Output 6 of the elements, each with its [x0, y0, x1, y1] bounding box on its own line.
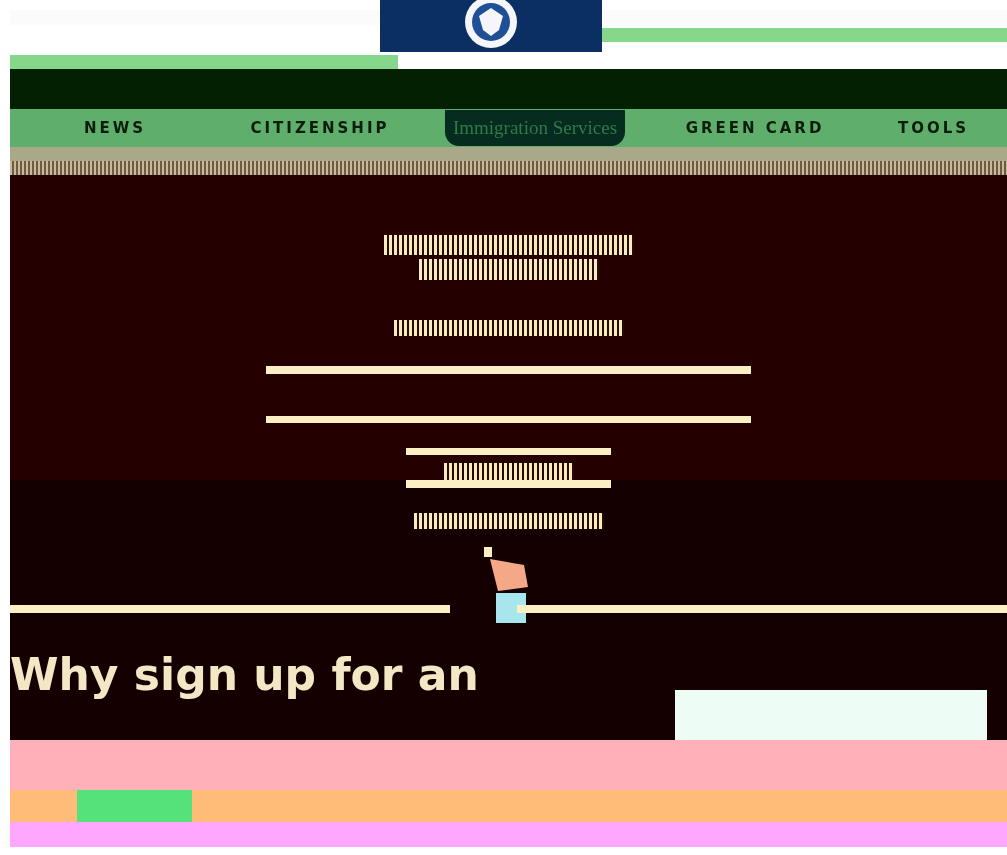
nav-link[interactable]: CITIZENSHIP: [250, 116, 390, 140]
nav-link[interactable]: GREEN CARD: [685, 116, 825, 140]
nav-link[interactable]: TOOLS: [897, 116, 970, 140]
logo-text: Immigration Services: [444, 109, 626, 147]
section-heading: Why sign up for an: [10, 653, 479, 697]
nav-link[interactable]: NEWS: [83, 116, 147, 140]
